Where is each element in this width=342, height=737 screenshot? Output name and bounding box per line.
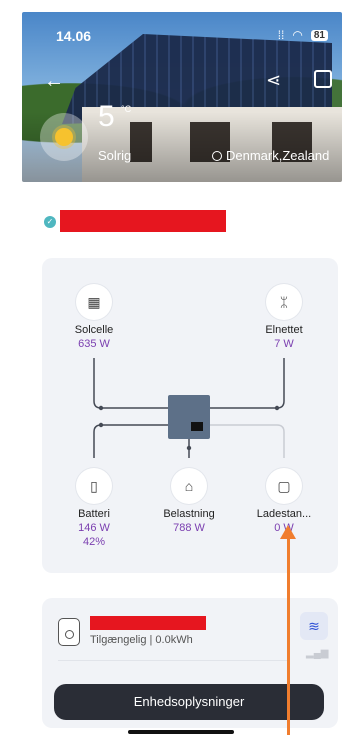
charger-label: Ladestan... — [256, 508, 312, 520]
load-value: 788 W — [173, 522, 205, 534]
location: Denmark,Zealand — [212, 148, 329, 163]
annotation-arrow-head — [280, 525, 296, 539]
charger-status: Tilgængelig | 0.0kWh — [90, 634, 193, 646]
weather-badge — [40, 113, 88, 161]
location-text: Denmark,Zealand — [226, 148, 330, 163]
battery-label: Batteri — [78, 508, 110, 520]
back-arrow-icon[interactable]: ← — [44, 70, 64, 93]
grid-line — [210, 358, 285, 409]
location-pin-icon — [212, 150, 222, 161]
battery-value: 146 W — [78, 522, 110, 534]
temperature-unit: °C — [121, 104, 132, 114]
status-icons: ⁞⁞ ◠ 81 — [278, 28, 328, 42]
wifi-icon[interactable]: ≋ — [300, 612, 328, 640]
grid-value: 7 W — [274, 338, 294, 350]
ev-charger-icon — [58, 618, 80, 646]
battery-icon[interactable]: ▯ — [76, 468, 112, 504]
solar-line — [93, 358, 168, 409]
signal-icon: ⁞⁞ — [277, 28, 285, 42]
power-tower-icon[interactable]: ᛯ — [266, 284, 302, 320]
redacted-device-name — [60, 210, 226, 232]
ev-charger-icon[interactable]: ▢ — [266, 468, 302, 504]
wifi-icon: ◠ — [292, 28, 303, 42]
online-check-icon: ✓ — [44, 216, 56, 228]
weather-condition: Solrig — [98, 148, 132, 163]
temperature-value: 5 — [98, 100, 115, 133]
battery-icon: 81 — [310, 29, 328, 41]
solar-panel-icon[interactable]: ▦ — [76, 284, 112, 320]
signal-strength-icon: ▂▄▆ — [306, 648, 329, 659]
device-info-button[interactable]: Enhedsoplysninger — [54, 684, 324, 720]
grid-label: Elnettet — [265, 324, 303, 336]
status-time: 14.06 — [56, 28, 92, 44]
charger-line — [210, 424, 285, 458]
load-label: Belastning — [163, 508, 215, 520]
redacted-charger-name — [90, 616, 206, 630]
sun-icon — [55, 128, 73, 146]
inverter-icon[interactable] — [168, 395, 210, 439]
annotation-arrow — [287, 535, 290, 735]
divider — [58, 660, 290, 661]
solar-value: 635 W — [78, 338, 110, 350]
share-icon[interactable]: ⋖ — [266, 70, 281, 91]
battery-line — [93, 424, 168, 458]
home-icon[interactable]: ⌂ — [171, 468, 207, 504]
solar-label: Solcelle — [74, 324, 114, 336]
home-indicator — [128, 730, 234, 734]
scan-icon[interactable] — [314, 70, 332, 88]
battery-soc: 42% — [82, 536, 106, 548]
